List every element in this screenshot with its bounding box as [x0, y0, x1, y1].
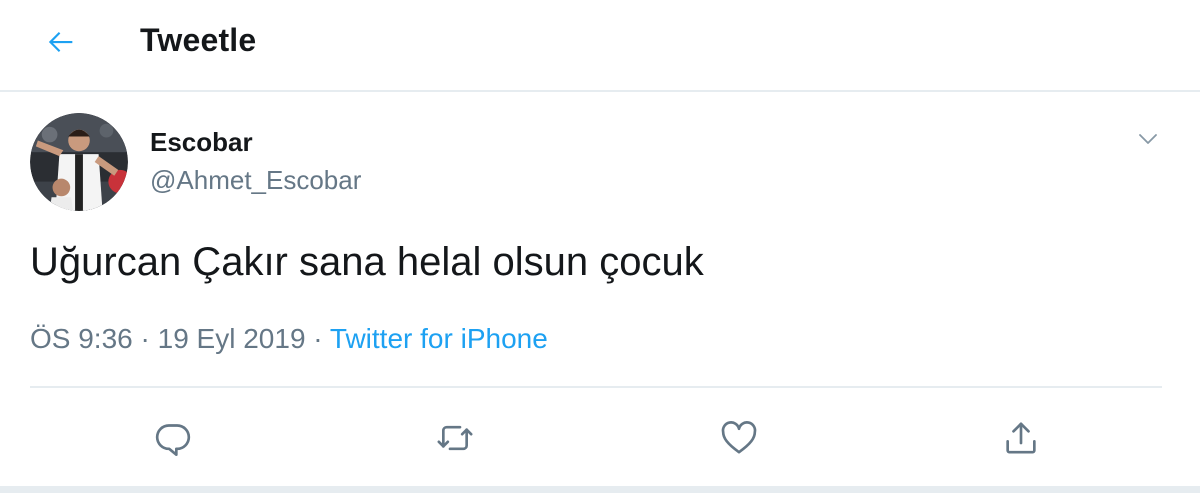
like-icon: [721, 421, 757, 454]
tweet-time[interactable]: ÖS 9:36: [30, 323, 133, 354]
tweet-text: Uğurcan Çakır sana helal olsun çocuk: [30, 240, 704, 284]
arrow-left-icon: [48, 32, 73, 52]
author-display-name[interactable]: Escobar: [150, 127, 253, 158]
bottom-border: [0, 486, 1200, 493]
page-title: Tweetle: [140, 22, 257, 58]
avatar[interactable]: [30, 113, 128, 211]
share-icon: [1006, 422, 1036, 454]
reply-icon: [155, 424, 191, 456]
reply-button[interactable]: [150, 415, 196, 461]
avatar-image: [30, 113, 128, 211]
like-button[interactable]: [716, 415, 762, 461]
share-button[interactable]: [998, 415, 1044, 461]
page-header: Tweetle: [0, 0, 1200, 92]
chevron-down-icon: [1139, 134, 1157, 144]
more-options-button[interactable]: [1130, 124, 1166, 154]
meta-separator: ·: [305, 323, 330, 354]
tweet-date[interactable]: 19 Eyl 2019: [158, 323, 306, 354]
tweet-source-link[interactable]: Twitter for iPhone: [330, 323, 548, 354]
tweet-meta: ÖS 9:36 · 19 Eyl 2019 · Twitter for iPho…: [30, 323, 548, 355]
author-handle[interactable]: @Ahmet_Escobar: [150, 165, 361, 196]
back-button[interactable]: [36, 20, 86, 64]
divider: [30, 386, 1162, 388]
retweet-icon: [437, 425, 473, 451]
retweet-button[interactable]: [432, 415, 478, 461]
meta-separator: ·: [132, 323, 158, 354]
